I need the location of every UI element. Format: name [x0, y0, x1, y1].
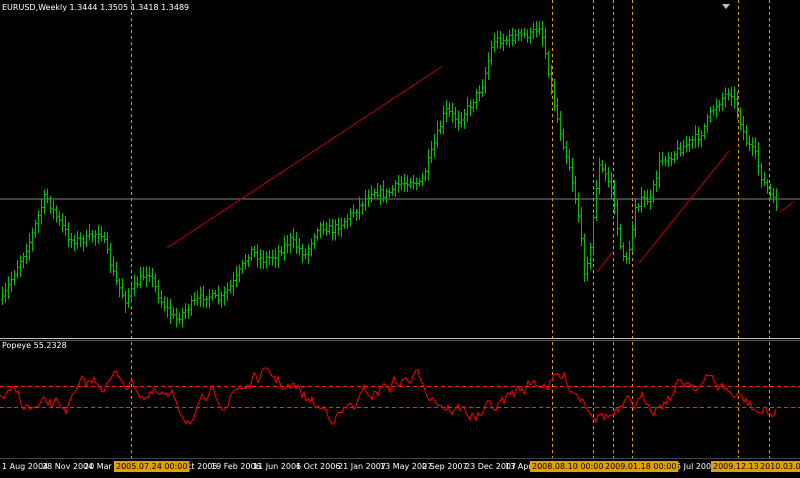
svg-text:2009.12.13: 2009.12.13	[713, 462, 759, 471]
highlighted-date-marker[interactable]: 2005.07.24 00:00	[114, 461, 190, 472]
symbol-label: EURUSD,Weekly 1.3444 1.3505 1.3418 1.348…	[2, 3, 189, 12]
highlighted-date-marker[interactable]: 2009.12.13	[711, 461, 761, 472]
chart-window[interactable]: 1 Aug 2004 28 Nov 2004 20 Mar 30 Oct 2005 19…	[0, 0, 800, 474]
svg-text:2009.01.18 00:00: 2009.01.18 00:00	[605, 462, 676, 471]
chart-canvas[interactable]: 1 Aug 200428 Nov 200420 Mar 30 Oct 200519…	[0, 0, 800, 474]
highlighted-date-marker[interactable]: 2008.08.10 00:00	[530, 461, 606, 472]
svg-text:2005.07.24 00:00: 2005.07.24 00:00	[116, 462, 187, 471]
time-axis-label: 20 Mar	[84, 462, 113, 471]
time-axis-label: 13 Apr	[505, 462, 532, 471]
time-axis-label: 2 Sep 2007	[422, 462, 468, 471]
svg-text:2010.03.07 00:00: 2010.03.07 00:00	[760, 462, 800, 471]
highlighted-date-marker[interactable]: 2010.03.07 00:00	[758, 461, 800, 472]
time-axis-label: 5 Jul 2009	[676, 462, 716, 471]
highlighted-date-marker[interactable]: 2009.01.18 00:00	[603, 461, 679, 472]
svg-text:2008.08.10 00:00: 2008.08.10 00:00	[532, 462, 603, 471]
time-axis-label: 1 Oct 2006	[296, 462, 340, 471]
chart-background	[0, 0, 800, 474]
indicator-label: Popeye 55.2328	[2, 341, 67, 350]
time-axis-label: 21 Jan 2007	[338, 462, 386, 471]
time-axis-label: 11 Jun 2006	[253, 462, 301, 471]
